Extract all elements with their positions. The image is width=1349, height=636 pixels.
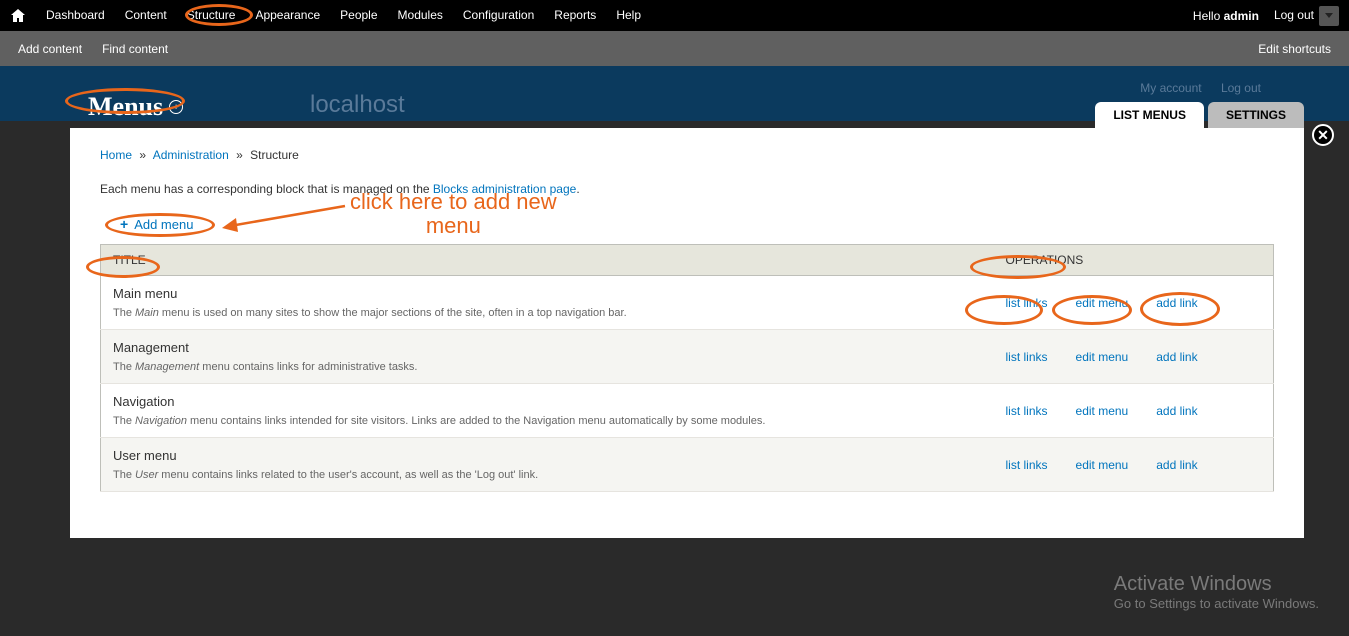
overlay: Menus + LIST MENUS SETTINGS ✕ Home » Adm… — [70, 86, 1304, 538]
overlay-tabs: LIST MENUS SETTINGS — [1091, 102, 1304, 128]
op-edit-menu[interactable]: edit menu — [1076, 350, 1129, 364]
menu-row-title: Navigation — [113, 394, 982, 409]
shortcut-find-content[interactable]: Find content — [92, 42, 178, 56]
menu-row-title: User menu — [113, 448, 982, 463]
op-list-links[interactable]: list links — [1006, 458, 1048, 472]
edit-shortcuts[interactable]: Edit shortcuts — [1248, 42, 1331, 56]
nav-structure[interactable]: Structure — [177, 0, 246, 31]
close-icon[interactable]: ✕ — [1312, 124, 1334, 146]
breadcrumb-home[interactable]: Home — [100, 148, 132, 162]
logout-link[interactable]: Log out — [1274, 0, 1314, 31]
toolbar-dropdown-toggle[interactable] — [1319, 6, 1339, 26]
table-row: Navigation The Navigation menu contains l… — [101, 384, 1274, 438]
hello-user: Hello admin — [1193, 9, 1259, 23]
help-icon[interactable]: + — [169, 100, 183, 114]
op-list-links[interactable]: list links — [1006, 404, 1048, 418]
op-add-link[interactable]: add link — [1156, 458, 1197, 472]
help-text: Each menu has a corresponding block that… — [100, 182, 1274, 196]
plus-icon: + — [120, 216, 128, 232]
op-list-links[interactable]: list links — [1006, 296, 1048, 310]
page-title: Menus + — [70, 86, 193, 128]
overlay-header: Menus + LIST MENUS SETTINGS ✕ — [70, 86, 1304, 128]
table-row: User menu The User menu contains links re… — [101, 438, 1274, 492]
op-edit-menu[interactable]: edit menu — [1076, 404, 1129, 418]
shortcut-add-content[interactable]: Add content — [18, 42, 92, 56]
op-list-links[interactable]: list links — [1006, 350, 1048, 364]
nav-content[interactable]: Content — [115, 0, 177, 31]
menu-row-desc: The Main menu is used on many sites to s… — [113, 307, 627, 319]
nav-configuration[interactable]: Configuration — [453, 0, 544, 31]
menu-row-desc: The Management menu contains links for a… — [113, 361, 418, 373]
tab-settings[interactable]: SETTINGS — [1208, 102, 1304, 128]
th-title: TITLE — [101, 245, 994, 276]
nav-reports[interactable]: Reports — [544, 0, 606, 31]
blocks-admin-link[interactable]: Blocks administration page — [433, 182, 576, 196]
home-icon[interactable] — [10, 8, 26, 24]
menu-row-desc: The Navigation menu contains links inten… — [113, 415, 765, 427]
menu-row-title: Management — [113, 340, 982, 355]
th-operations: OPERATIONS — [994, 245, 1274, 276]
nav-help[interactable]: Help — [606, 0, 651, 31]
nav-appearance[interactable]: Appearance — [245, 0, 330, 31]
table-row: Management The Management menu contains l… — [101, 330, 1274, 384]
menu-row-desc: The User menu contains links related to … — [113, 469, 538, 481]
op-edit-menu[interactable]: edit menu — [1076, 296, 1129, 310]
tab-list-menus[interactable]: LIST MENUS — [1095, 102, 1204, 128]
breadcrumb-admin[interactable]: Administration — [153, 148, 229, 162]
add-menu-link[interactable]: + Add menu — [120, 216, 193, 232]
nav-dashboard[interactable]: Dashboard — [36, 0, 115, 31]
breadcrumb-current: Structure — [250, 148, 299, 162]
admin-toolbar: Dashboard Content Structure Appearance P… — [0, 0, 1349, 31]
windows-watermark: Activate Windows Go to Settings to activ… — [1114, 573, 1319, 611]
op-add-link[interactable]: add link — [1156, 296, 1197, 310]
nav-modules[interactable]: Modules — [388, 0, 453, 31]
overlay-body: Home » Administration » Structure Each m… — [70, 128, 1304, 538]
table-row: Main menu The Main menu is used on many s… — [101, 276, 1274, 330]
menu-table: TITLE OPERATIONS Main menu The Main menu … — [100, 244, 1274, 492]
op-edit-menu[interactable]: edit menu — [1076, 458, 1129, 472]
shortcut-toolbar: Add content Find content Edit shortcuts — [0, 31, 1349, 66]
menu-row-title: Main menu — [113, 286, 982, 301]
op-add-link[interactable]: add link — [1156, 350, 1197, 364]
op-add-link[interactable]: add link — [1156, 404, 1197, 418]
breadcrumb: Home » Administration » Structure — [100, 148, 1274, 162]
nav-people[interactable]: People — [330, 0, 387, 31]
